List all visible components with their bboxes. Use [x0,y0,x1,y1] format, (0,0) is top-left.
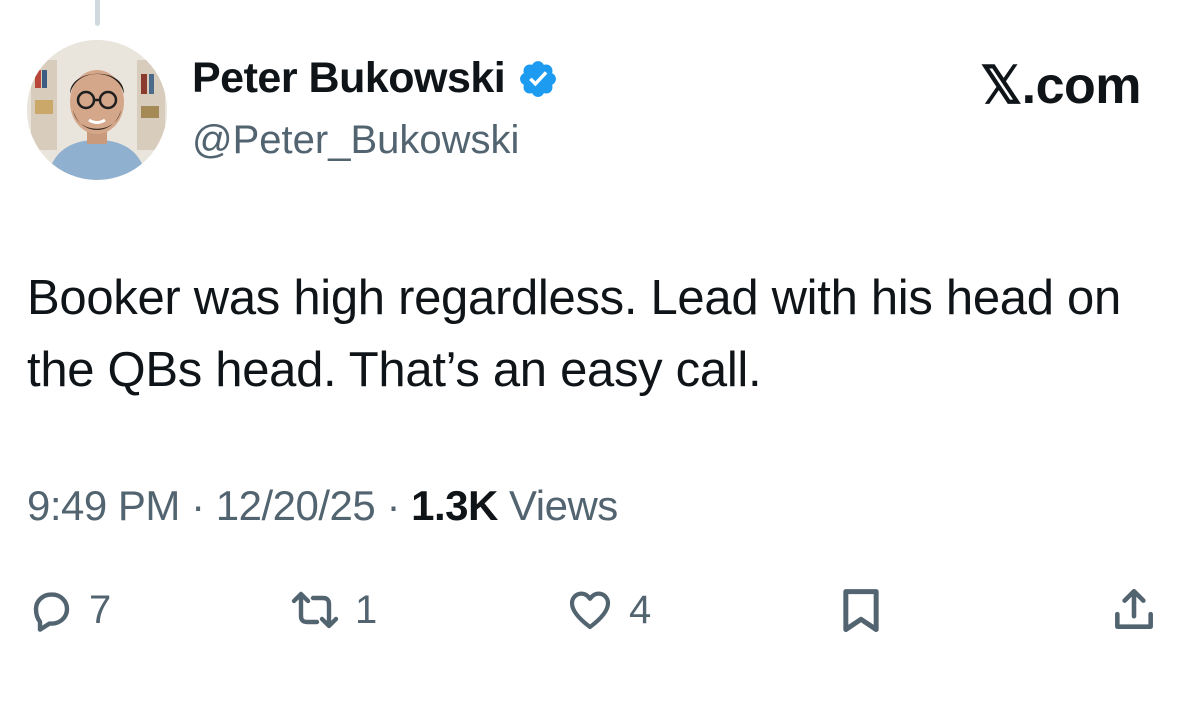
views-count: 1.3K [411,482,498,529]
avatar-image [27,40,167,180]
meta-separator: · [191,482,205,529]
share-button[interactable] [1109,580,1159,640]
tweet-time[interactable]: 9:49 PM [27,482,180,529]
retweet-count: 1 [355,587,378,632]
x-brand-logo: 𝕏.com [980,57,1141,115]
heart-icon [569,591,611,630]
tweet-date[interactable]: 12/20/25 [216,482,376,529]
tweet-meta: 9:49 PM · 12/20/25 · 1.3K Views [27,482,618,530]
meta-separator: · [386,482,400,529]
author-handle[interactable]: @Peter_Bukowski [192,118,519,163]
tweet-actions-bar: 7 1 4 [27,580,1167,640]
verified-badge-icon [517,58,559,100]
retweet-button[interactable]: 1 [289,580,377,640]
like-button[interactable]: 4 [565,580,651,640]
share-icon [1115,588,1153,629]
like-count: 4 [629,587,652,632]
bookmark-button[interactable] [835,580,887,640]
bookmark-icon [843,589,879,632]
author-name-row[interactable]: Peter Bukowski [192,54,559,103]
avatar[interactable] [27,40,167,180]
reply-icon [33,592,70,632]
author-display-name[interactable]: Peter Bukowski [192,54,506,103]
thread-connector-line [95,0,100,26]
views-label: Views [509,482,618,529]
reply-button[interactable]: 7 [27,580,111,640]
retweet-icon [291,591,339,629]
reply-count: 7 [89,587,112,632]
tweet-text: Booker was high regardless. Lead with hi… [27,271,1121,397]
